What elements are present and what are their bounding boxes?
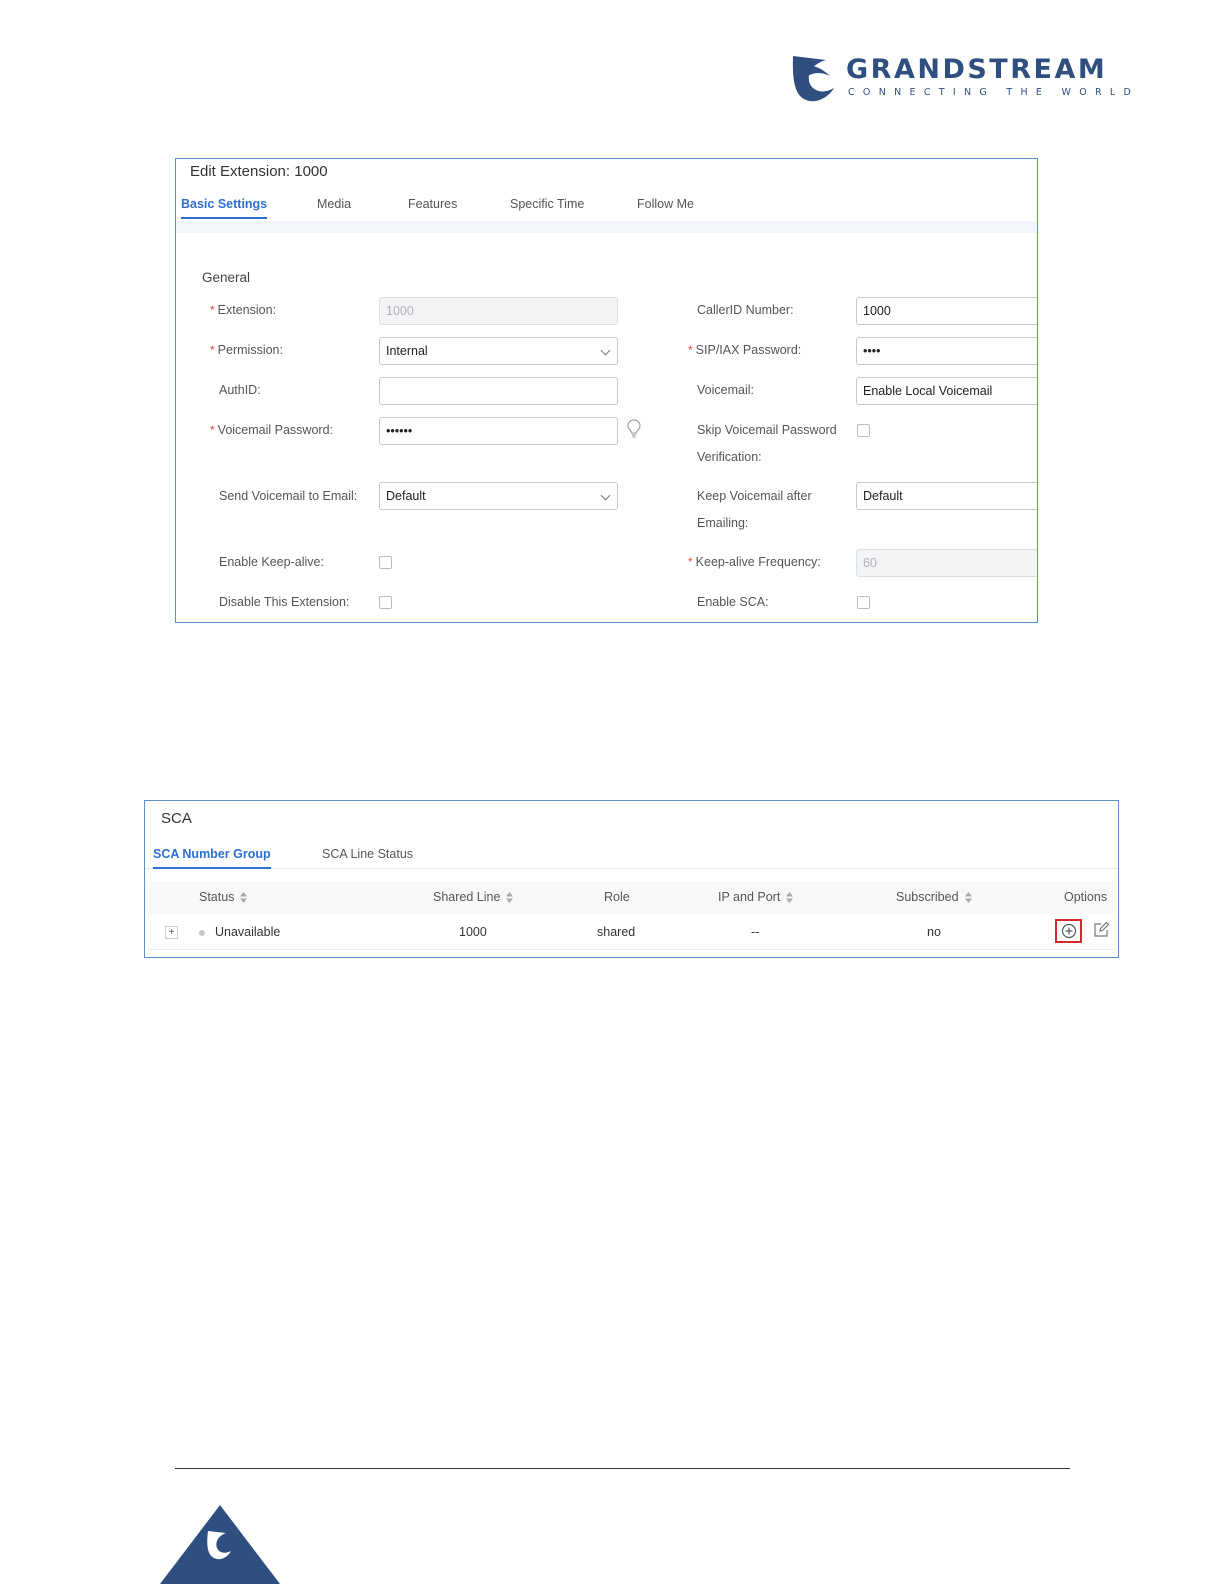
send-voicemail-to-email-select[interactable]: Default (379, 482, 618, 510)
add-button[interactable] (1055, 919, 1082, 943)
cell-subscribed: no (927, 925, 941, 939)
cell-shared-line: 1000 (459, 925, 487, 939)
sort-icon (506, 892, 514, 904)
tab-media[interactable]: Media (317, 197, 351, 217)
column-status[interactable]: Status (199, 890, 248, 904)
column-options: Options (1064, 890, 1108, 904)
chevron-down-icon (600, 490, 611, 501)
grandstream-logo: GRANDSTREAM CONNECTING THE WORLD (790, 52, 1131, 104)
sort-icon (240, 892, 248, 904)
column-shared-line[interactable]: Shared Line (433, 890, 514, 904)
table-row: + Unavailable 1000 shared -- no (149, 914, 1114, 950)
tab-follow-me[interactable]: Follow Me (637, 197, 694, 217)
column-ip-and-port[interactable]: IP and Port (718, 890, 794, 904)
send-voicemail-to-email-label: Send Voicemail to Email: (219, 489, 358, 503)
voicemail-password-field[interactable]: •••••• (379, 417, 618, 445)
callerid-number-label: CallerID Number: (697, 303, 794, 317)
cell-role: shared (597, 925, 636, 939)
enable-keep-alive-checkbox[interactable] (379, 556, 392, 569)
skip-voicemail-password-label-line2: Verification: (697, 450, 762, 464)
sca-table-header: Status Shared Line Role IP and Port Subs… (149, 881, 1114, 914)
lightbulb-icon[interactable] (627, 419, 641, 439)
keep-alive-frequency-field[interactable]: 60 (856, 549, 1037, 577)
tab-sca-line-status[interactable]: SCA Line Status (322, 847, 413, 867)
sca-title: SCA (161, 810, 192, 827)
permission-select[interactable]: Internal (379, 337, 618, 365)
tab-basic-settings[interactable]: Basic Settings (181, 197, 268, 219)
tab-features[interactable]: Features (408, 197, 457, 217)
voicemail-password-label: * Voicemail Password: (210, 423, 333, 437)
skip-voicemail-password-label: Skip Voicemail Password (697, 423, 837, 437)
sip-iax-password-field[interactable]: •••• (856, 337, 1037, 365)
sip-iax-password-label: * SIP/IAX Password: (688, 343, 802, 357)
cell-ip-and-port: -- (751, 925, 760, 939)
logo-brand: GRANDSTREAM (846, 54, 1108, 85)
plus-circle-icon (1061, 923, 1076, 939)
sort-icon (964, 892, 972, 904)
callerid-number-field[interactable]: 1000 (856, 297, 1037, 325)
voicemail-label: Voicemail: (697, 383, 754, 397)
extension-label: * Extension: (210, 303, 277, 317)
sca-tabs: SCA Number Group SCA Line Status (145, 847, 1118, 869)
skip-voicemail-password-checkbox[interactable] (857, 424, 870, 437)
column-role: Role (604, 890, 630, 904)
footer-divider (175, 1468, 1070, 1469)
disable-this-extension-checkbox[interactable] (379, 596, 392, 609)
authid-label: AuthID: (219, 383, 261, 397)
sca-panel: SCA SCA Number Group SCA Line Status Sta… (144, 800, 1119, 958)
logo-tagline: CONNECTING THE WORLD (848, 87, 1140, 98)
status-dot (199, 930, 205, 936)
enable-sca-label: Enable SCA: (697, 595, 769, 609)
keep-voicemail-after-emailing-select[interactable]: Default (856, 482, 1037, 510)
enable-keep-alive-label: Enable Keep-alive: (219, 555, 324, 569)
extension-field[interactable]: 1000 (379, 297, 618, 325)
column-subscribed[interactable]: Subscribed (896, 890, 972, 904)
tab-sca-number-group[interactable]: SCA Number Group (153, 847, 271, 869)
disable-this-extension-label: Disable This Extension: (219, 595, 350, 609)
authid-field[interactable] (379, 377, 618, 405)
panel-title: Edit Extension: 1000 (190, 163, 328, 180)
keep-alive-frequency-label: * Keep-alive Frequency: (688, 555, 821, 569)
sort-icon (786, 892, 794, 904)
footer-logo-triangle (160, 1505, 280, 1584)
edit-icon[interactable] (1092, 921, 1110, 939)
tab-specific-time[interactable]: Specific Time (510, 197, 584, 217)
section-title-general: General (202, 270, 251, 285)
keep-voicemail-after-emailing-label-line2: Emailing: (697, 516, 749, 530)
grandstream-swoosh-icon (792, 56, 834, 102)
chevron-down-icon (600, 345, 611, 356)
permission-label: * Permission: (210, 343, 283, 357)
voicemail-select[interactable]: Enable Local Voicemail (856, 377, 1037, 405)
edit-extension-panel: Edit Extension: 1000 Basic Settings Medi… (175, 158, 1038, 623)
expand-row-button[interactable]: + (165, 926, 178, 939)
tab-divider-band (176, 221, 1037, 233)
enable-sca-checkbox[interactable] (857, 596, 870, 609)
keep-voicemail-after-emailing-label: Keep Voicemail after (697, 489, 812, 503)
cell-status: Unavailable (215, 925, 281, 939)
